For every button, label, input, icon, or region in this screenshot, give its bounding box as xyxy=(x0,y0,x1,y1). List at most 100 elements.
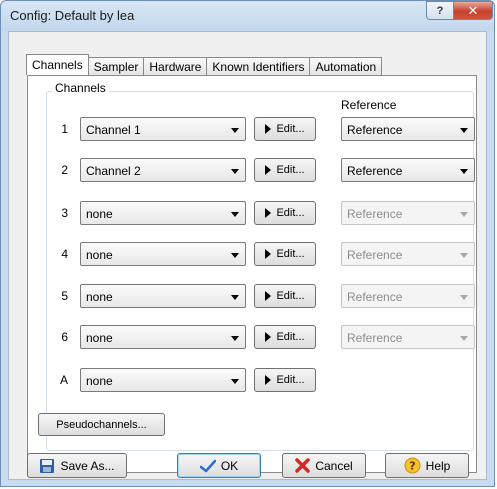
channel-row-6: 6 none Edit... Reference xyxy=(28,325,478,350)
help-icon: ? xyxy=(404,457,421,474)
channel-value: none xyxy=(86,331,113,345)
channel-row-4: 4 none Edit... Reference xyxy=(28,242,478,267)
chevron-down-icon xyxy=(231,169,239,174)
chevron-down-icon xyxy=(460,128,468,133)
reference-select-4: Reference xyxy=(341,242,475,266)
chevron-down-icon xyxy=(460,336,468,341)
reference-value: Reference xyxy=(347,123,403,137)
tab-label: Sampler xyxy=(93,59,139,74)
channel-row-5: 5 none Edit... Reference xyxy=(28,284,478,309)
pseudochannels-button[interactable]: Pseudochannels... xyxy=(38,413,165,436)
ok-label: OK xyxy=(220,458,239,473)
help-button[interactable]: ? Help xyxy=(385,453,469,478)
edit-label: Edit... xyxy=(276,207,305,219)
play-icon xyxy=(265,375,272,385)
close-icon[interactable]: ✕ xyxy=(453,1,493,20)
channel-value: none xyxy=(86,374,113,388)
chevron-down-icon xyxy=(231,295,239,300)
reference-value: Reference xyxy=(347,331,403,345)
pseudochannels-label: Pseudochannels... xyxy=(56,418,147,431)
play-icon xyxy=(265,291,272,301)
reference-value: Reference xyxy=(347,164,403,178)
channel-value: none xyxy=(86,290,113,304)
chevron-down-icon xyxy=(460,295,468,300)
tab-automation[interactable]: Automation xyxy=(309,57,383,75)
reference-value: Reference xyxy=(347,207,403,221)
help-icon[interactable]: ? xyxy=(426,1,454,20)
chevron-down-icon xyxy=(460,169,468,174)
edit-button-a[interactable]: Edit... xyxy=(254,368,316,392)
edit-label: Edit... xyxy=(276,123,305,135)
channel-row-3: 3 none Edit... Reference xyxy=(28,201,478,226)
floppy-disk-icon xyxy=(39,458,55,474)
edit-label: Edit... xyxy=(276,374,305,386)
channel-value: none xyxy=(86,248,113,262)
cancel-label: Cancel xyxy=(315,458,353,473)
play-icon xyxy=(265,124,272,134)
edit-button-2[interactable]: Edit... xyxy=(254,158,316,182)
chevron-down-icon xyxy=(231,336,239,341)
window-title: Config: Default by lea xyxy=(10,8,135,23)
edit-label: Edit... xyxy=(276,164,305,176)
play-icon xyxy=(265,249,272,259)
tab-sampler[interactable]: Sampler xyxy=(87,57,145,75)
channel-select-3[interactable]: none xyxy=(80,201,246,225)
ok-button[interactable]: OK xyxy=(177,453,261,478)
channel-value: Channel 1 xyxy=(86,123,141,137)
channel-select-6[interactable]: none xyxy=(80,325,246,349)
tab-hardware[interactable]: Hardware xyxy=(143,57,208,75)
channel-row-2: 2 Channel 2 Edit... Reference xyxy=(28,158,478,183)
play-icon xyxy=(265,165,272,175)
title-bar[interactable]: Config: Default by lea ? ✕ xyxy=(1,1,494,31)
row-number: A xyxy=(59,373,68,387)
edit-button-6[interactable]: Edit... xyxy=(254,325,316,349)
channel-value: none xyxy=(86,207,113,221)
edit-button-4[interactable]: Edit... xyxy=(254,242,316,266)
row-number: 2 xyxy=(61,163,68,177)
row-number: 1 xyxy=(61,122,68,136)
tab-label: Automation xyxy=(315,59,377,74)
play-icon xyxy=(265,208,272,218)
chevron-down-icon xyxy=(460,212,468,217)
tab-strip: Channels Sampler Hardware Known Identifi… xyxy=(26,54,383,75)
help-label: Help xyxy=(425,458,451,473)
channel-select-a[interactable]: none xyxy=(80,368,246,392)
edit-label: Edit... xyxy=(276,290,305,302)
reference-value: Reference xyxy=(347,290,403,304)
channel-row-a: A none Edit... xyxy=(28,368,478,393)
edit-label: Edit... xyxy=(276,331,305,343)
edit-button-3[interactable]: Edit... xyxy=(254,201,316,225)
reference-value: Reference xyxy=(347,248,403,262)
save-as-button[interactable]: Save As... xyxy=(27,453,127,478)
chevron-down-icon xyxy=(231,212,239,217)
chevron-down-icon xyxy=(231,253,239,258)
reference-select-6: Reference xyxy=(341,325,475,349)
edit-label: Edit... xyxy=(276,248,305,260)
tab-label: Known Identifiers xyxy=(212,59,305,74)
play-icon xyxy=(265,332,272,342)
cancel-x-icon xyxy=(295,458,311,473)
channel-select-5[interactable]: none xyxy=(80,284,246,308)
channel-select-2[interactable]: Channel 2 xyxy=(80,158,246,182)
reference-select-1[interactable]: Reference xyxy=(341,117,475,141)
cancel-button[interactable]: Cancel xyxy=(282,453,366,478)
tab-known-identifiers[interactable]: Known Identifiers xyxy=(206,57,311,75)
save-as-label: Save As... xyxy=(60,458,115,473)
channel-select-4[interactable]: none xyxy=(80,242,246,266)
edit-button-1[interactable]: Edit... xyxy=(254,117,316,141)
tab-label: Channels xyxy=(32,58,83,72)
chevron-down-icon xyxy=(231,379,239,384)
svg-text:?: ? xyxy=(409,460,415,473)
channel-select-1[interactable]: Channel 1 xyxy=(80,117,246,141)
channels-group xyxy=(46,91,474,451)
chevron-down-icon xyxy=(231,128,239,133)
chevron-down-icon xyxy=(460,253,468,258)
channel-value: Channel 2 xyxy=(86,164,141,178)
reference-select-5: Reference xyxy=(341,284,475,308)
reference-select-3: Reference xyxy=(341,201,475,225)
reference-select-2[interactable]: Reference xyxy=(341,158,475,182)
edit-button-5[interactable]: Edit... xyxy=(254,284,316,308)
tab-channels[interactable]: Channels xyxy=(26,54,89,75)
channel-row-1: 1 Channel 1 Edit... Reference xyxy=(28,117,478,142)
reference-header: Reference xyxy=(341,98,397,112)
